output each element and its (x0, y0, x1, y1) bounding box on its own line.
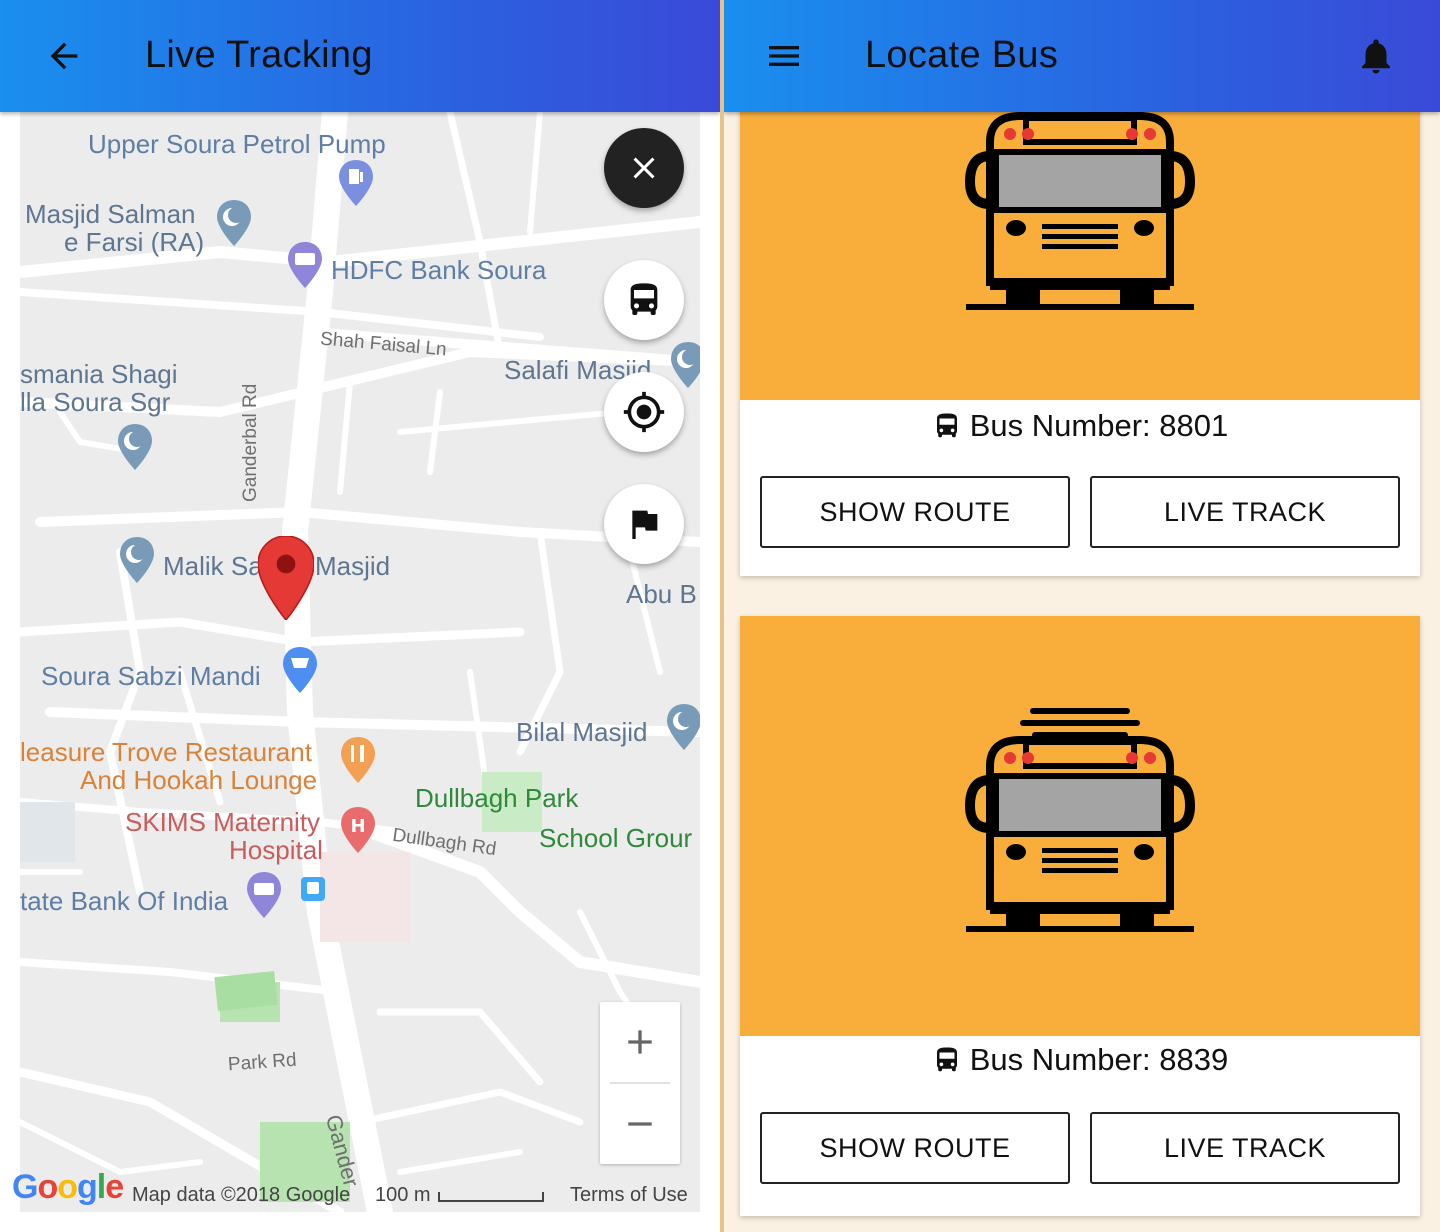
map-label-illa-soura: lla Soura Sgr (20, 387, 171, 417)
my-location-button[interactable] (604, 372, 684, 452)
back-arrow-icon (50, 42, 78, 70)
bus-image (740, 616, 1420, 1036)
restaurant-pin-icon (341, 737, 375, 783)
map-view[interactable]: Upper Soura Petrol Pump Masjid Salman e … (20, 112, 700, 1212)
mosque-pin-icon (118, 424, 152, 470)
scale-text: 100 m (375, 1184, 431, 1206)
bus-number: Bus Number: 8839 (740, 1042, 1420, 1078)
bank-pin-icon (247, 872, 281, 918)
map-label-petrol-pump: Upper Soura Petrol Pump (88, 129, 386, 159)
zoom-in-icon (628, 1030, 652, 1054)
mosque-pin-icon (217, 200, 251, 246)
map-label-malik-sahib: Malik Sa (163, 551, 263, 581)
bank-pin-icon (288, 242, 322, 288)
menu-icon (769, 46, 799, 66)
terms-link[interactable]: Terms of Use (570, 1184, 688, 1207)
map-label-sabzi-mandi: Soura Sabzi Mandi (41, 661, 261, 691)
map-label-hdfc: HDFC Bank Soura (331, 255, 547, 285)
zoom-out-button[interactable] (600, 1084, 680, 1164)
locate-bus-screen: Locate Bus Bus Number: 8801 SHOW ROUTE L… (724, 0, 1440, 1232)
menu-button[interactable] (756, 28, 812, 84)
zoom-in-button[interactable] (600, 1002, 680, 1082)
map-label-pleasure-trove: leasure Trove Restaurant (20, 737, 312, 767)
notifications-button[interactable] (1348, 28, 1404, 84)
bell-icon (1362, 39, 1390, 74)
school-bus-icon (964, 112, 1196, 310)
map-label-bilal-masjid: Bilal Masjid (516, 717, 648, 747)
mosque-pin-icon (671, 342, 700, 388)
page-title: Locate Bus (865, 34, 1059, 76)
mosque-pin-icon (120, 537, 154, 583)
flag-icon (632, 510, 658, 539)
map-label-hospital: Hospital (229, 835, 323, 865)
location-pin-icon[interactable] (258, 536, 314, 620)
map-data-text: Map data ©2018 Google (132, 1184, 351, 1206)
live-track-button[interactable]: LIVE TRACK (1090, 476, 1400, 548)
svg-text:H: H (350, 816, 365, 837)
bus-number: Bus Number: 8801 (740, 408, 1420, 444)
bus-location-button[interactable] (604, 260, 684, 340)
road-label-ganderbal: Ganderbal Rd (240, 383, 261, 502)
page-title: Live Tracking (145, 34, 373, 76)
back-button[interactable] (36, 28, 92, 84)
mosque-pin-icon (667, 704, 700, 750)
locate-bus-app-bar: Locate Bus (724, 0, 1440, 112)
close-button[interactable] (604, 128, 684, 208)
close-icon (633, 157, 655, 179)
live-track-button[interactable]: LIVE TRACK (1090, 1112, 1400, 1184)
zoom-out-icon (628, 1122, 652, 1126)
map-label-farsi: e Farsi (RA) (64, 227, 205, 257)
map-label-abu-b: Abu B (626, 579, 697, 609)
hospital-pin-icon: H (341, 807, 375, 853)
bus-number-label: Bus Number: 8839 (969, 1042, 1229, 1077)
bus-icon (936, 413, 957, 438)
bus-tracking-icon (964, 708, 1196, 932)
bus-icon (936, 1047, 957, 1072)
map-label-masjid-salman: Masjid Salman (25, 199, 196, 229)
map-attribution: Map data ©2018 Google 100 m Terms of Use (20, 1180, 700, 1212)
bus-number-label: Bus Number: 8801 (969, 408, 1229, 443)
bus-card: Bus Number: 8839 SHOW ROUTE LIVE TRACK (740, 616, 1420, 1216)
map-label-osmania: smania Shagi (20, 359, 178, 389)
map-label-masjid: Masjid (315, 551, 391, 581)
show-route-button[interactable]: SHOW ROUTE (760, 476, 1070, 548)
shopping-pin-icon (283, 647, 317, 693)
show-route-button[interactable]: SHOW ROUTE (760, 1112, 1070, 1184)
my-location-icon (623, 391, 665, 433)
fuel-pin-icon (339, 160, 373, 206)
zoom-control (600, 1002, 680, 1164)
bus-icon (630, 283, 658, 315)
live-tracking-app-bar: Live Tracking (0, 0, 720, 112)
map-label-sbi: tate Bank Of India (20, 886, 229, 916)
live-tracking-screen: Live Tracking Upper Soura Petrol Pump Ma… (0, 0, 720, 1232)
bus-stop-icon (301, 877, 325, 901)
map-label-hookah: And Hookah Lounge (80, 765, 318, 795)
scale-bar (438, 1192, 544, 1202)
map-label-skims: SKIMS Maternity (125, 807, 321, 837)
map-label-dullbagh-park: Dullbagh Park (415, 783, 579, 813)
map-label-school-ground: School Grour (539, 823, 693, 853)
destination-flag-button[interactable] (604, 484, 684, 564)
